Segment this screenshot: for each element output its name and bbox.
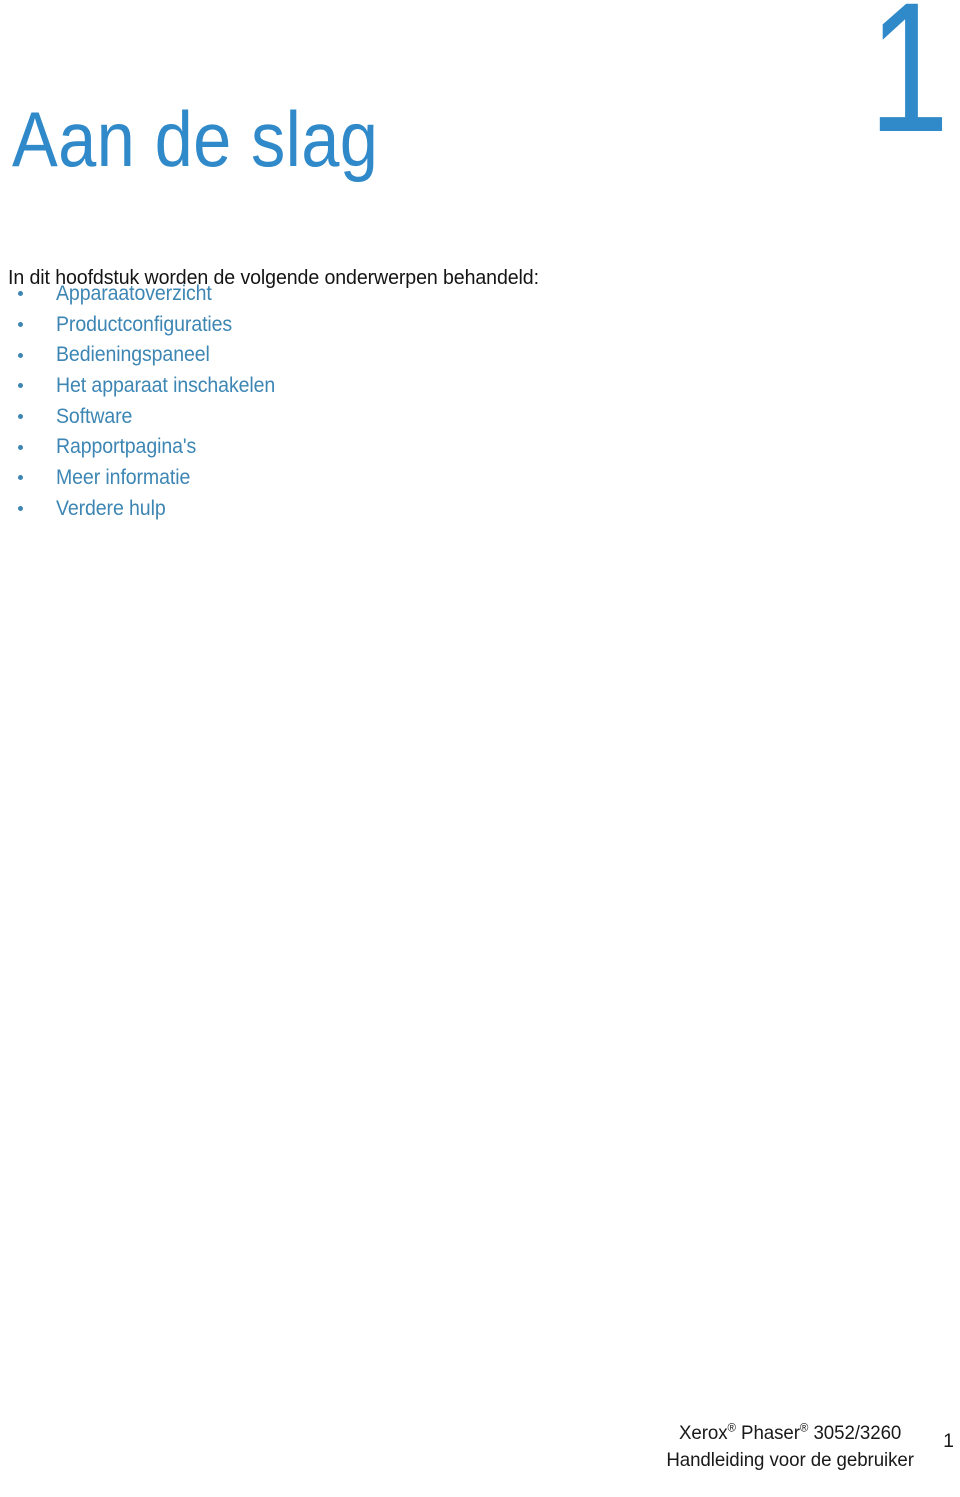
list-item[interactable]: Software [8,401,568,432]
list-item-label: Rapportpagina's [56,435,197,459]
bullet-icon [18,322,23,328]
list-item-label: Verdere hulp [56,496,166,520]
list-item[interactable]: Bedieningspaneel [8,339,568,370]
list-item-label: Productconfiguraties [56,312,233,336]
list-item[interactable]: Rapportpagina's [8,431,568,462]
list-item-label: Meer informatie [56,465,191,489]
list-item-label: Apparaatoverzicht [56,281,212,305]
bullet-icon [18,475,23,481]
bullet-icon [18,383,23,389]
bullet-icon [18,352,23,358]
document-page: 1 Aan de slag In dit hoofdstuk worden de… [0,0,960,1497]
list-item[interactable]: Het apparaat inschakelen [8,370,568,401]
bullet-icon [18,291,23,297]
footer-product-family: Phaser [735,1421,800,1444]
footer-product-line: Xerox® Phaser® 3052/3260 [666,1420,914,1448]
list-item[interactable]: Verdere hulp [8,493,568,524]
bullet-icon [18,506,23,512]
list-item[interactable]: Productconfiguraties [8,309,568,340]
list-item-label: Software [56,404,133,428]
bullet-icon [18,414,23,420]
list-item-label: Het apparaat inschakelen [56,373,276,397]
registered-trademark-icon: ® [800,1420,809,1435]
page-footer: Xerox® Phaser® 3052/3260 Handleiding voo… [0,1419,960,1485]
chapter-topic-list: Apparaatoverzicht Productconfiguraties B… [8,278,568,524]
page-title: Aan de slag [12,95,379,184]
footer-subtitle: Handleiding voor de gebruiker [666,1449,914,1472]
footer-product-info: Xerox® Phaser® 3052/3260 Handleiding voo… [666,1420,914,1475]
footer-brand: Xerox [679,1421,728,1444]
bullet-icon [18,444,23,450]
list-item[interactable]: Apparaatoverzicht [8,278,568,309]
footer-model: 3052/3260 [808,1421,902,1444]
list-item-label: Bedieningspaneel [56,343,210,367]
footer-page-number: 1 [943,1429,954,1452]
list-item[interactable]: Meer informatie [8,462,568,493]
chapter-number: 1 [868,0,949,171]
